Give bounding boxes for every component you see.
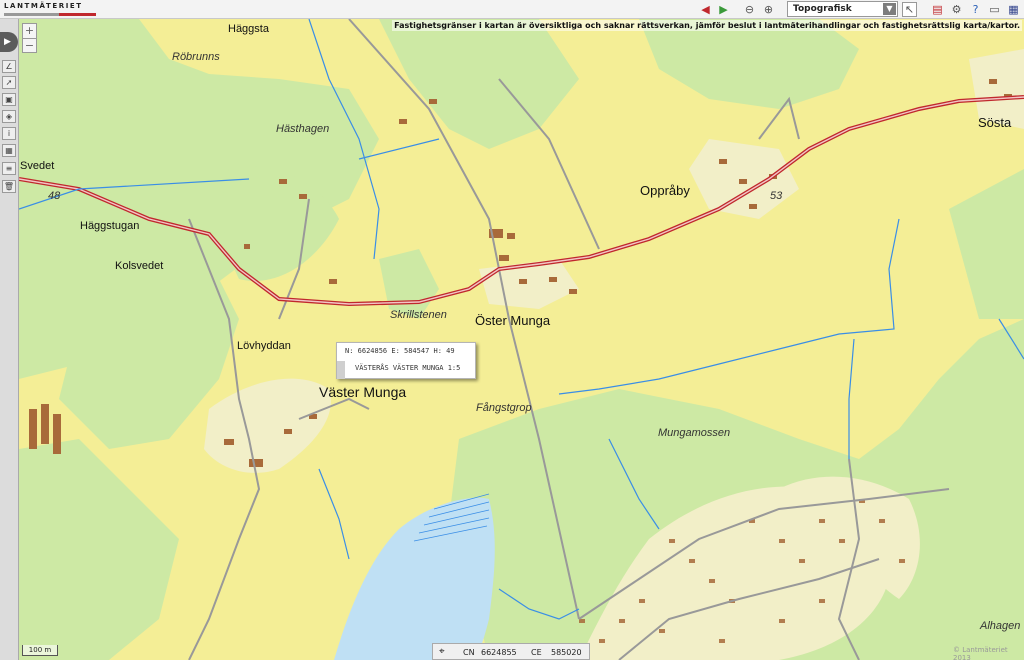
pointer-icon[interactable]: ↖ (902, 2, 917, 17)
map-type-value: Topografisk (793, 4, 852, 14)
place-svedet: Svedet (20, 160, 55, 172)
trash-icon[interactable]: 🗑 (2, 180, 16, 193)
place-haggstugan: Häggstugan (80, 220, 140, 232)
pdf-icon[interactable]: ▤ (930, 2, 945, 17)
place-robrunns: Röbrunns (172, 51, 220, 63)
zoom-out-icon[interactable]: ⊖ (742, 2, 757, 17)
logo-stripe (4, 13, 96, 16)
settings-icon[interactable]: ⚙ (949, 2, 964, 17)
language-flag-icon[interactable]: ▦ (1006, 2, 1021, 17)
message-icon[interactable]: ▭ (987, 2, 1002, 17)
place-haggsta: Häggsta (228, 23, 269, 35)
zoom-control[interactable]: + − (22, 23, 37, 53)
place-mungamossen: Mungamossen (658, 427, 731, 439)
road-53: 53 (770, 190, 783, 202)
place-sosta: Sösta (978, 115, 1012, 130)
popup-property-name[interactable]: VÄSTERÅS VÄSTER MUNGA 1:5 (355, 364, 460, 372)
east-label: CE (531, 648, 542, 657)
crosshair-icon[interactable]: ⌖ (439, 646, 445, 657)
back-arrow-icon[interactable]: ◀ (698, 2, 713, 17)
grid-icon[interactable]: ▦ (2, 144, 16, 157)
map-type-select[interactable]: Topografisk ▼ (787, 1, 898, 17)
place-oppraby: Oppråby (640, 183, 690, 198)
list-icon[interactable]: ≡ (2, 162, 16, 175)
place-fangstgrop: Fångstgrop (476, 402, 532, 414)
popup-side-tab (337, 361, 345, 379)
share-icon[interactable]: ➚ (2, 76, 16, 89)
road-48: 48 (48, 190, 61, 202)
print-icon[interactable]: ▣ (2, 93, 16, 106)
copyright-text: © Lantmäteriet 2013 (953, 646, 1008, 660)
north-label: CN (463, 648, 475, 657)
place-skrillstenen: Skrillstenen (390, 309, 447, 321)
help-icon[interactable]: ? (968, 2, 983, 17)
zoom-out-button[interactable]: − (23, 38, 36, 52)
layers-icon[interactable]: ◈ (2, 110, 16, 123)
measure-icon[interactable]: ∠ (2, 60, 16, 73)
forward-arrow-icon[interactable]: ▶ (716, 2, 731, 17)
north-value: 6624855 (481, 648, 517, 657)
zoom-in-icon[interactable]: ⊕ (761, 2, 776, 17)
place-vaster-munga: Väster Munga (319, 384, 407, 400)
property-popup[interactable]: N: 6624856 E: 584547 H: 49 VÄSTERÅS VÄST… (336, 342, 476, 379)
east-value: 585020 (551, 648, 582, 657)
coordinate-bar: ⌖ CN 6624855 CE 585020 (432, 643, 590, 660)
map-canvas[interactable] (19, 19, 1024, 660)
top-toolbar: LANTMÄTERIET ◀ ▶ ⊖ ⊕ Topografisk ▼ ↖ ▤ ⚙… (0, 0, 1024, 19)
scale-bar: 100 m (22, 645, 58, 656)
left-toolbar: ∠ ➚ ▣ ◈ i ▦ ≡ 🗑 (0, 19, 19, 660)
popup-coordinates: N: 6624856 E: 584547 H: 49 (345, 347, 455, 355)
place-alhagen: Alhagen (980, 620, 1021, 632)
place-hasthagen: Hästhagen (276, 123, 330, 135)
zoom-in-button[interactable]: + (23, 24, 36, 38)
property-boundary-notice: Fastighetsgränser i kartan är översiktli… (392, 20, 1022, 31)
place-oster-munga: Öster Munga (475, 313, 551, 328)
lantmateriet-logo: LANTMÄTERIET (4, 2, 83, 10)
place-kolsvedet: Kolsvedet (115, 260, 164, 272)
chevron-down-icon[interactable]: ▼ (883, 3, 896, 15)
place-lovhyddan: Lövhyddan (237, 340, 291, 352)
info-icon[interactable]: i (2, 127, 16, 140)
